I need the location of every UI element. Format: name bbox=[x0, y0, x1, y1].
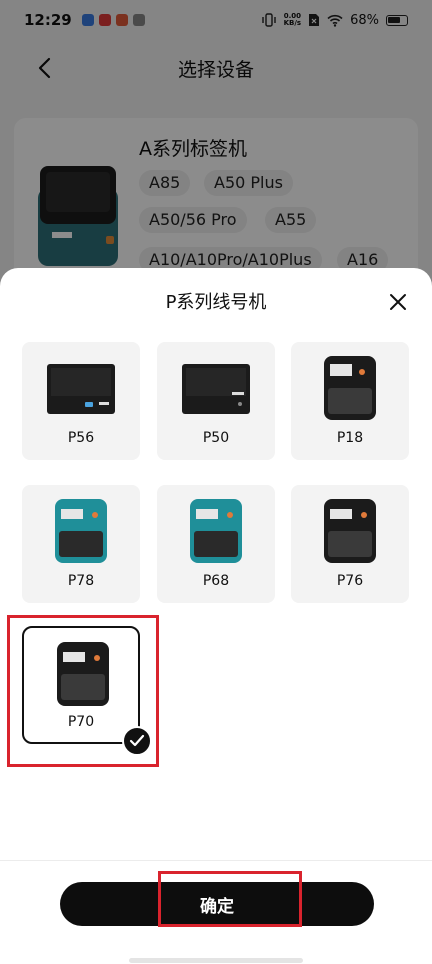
home-indicator[interactable] bbox=[129, 958, 303, 963]
device-card-p50[interactable]: P50 bbox=[157, 342, 275, 460]
wire-marker-printer-image bbox=[47, 364, 115, 414]
wire-marker-printer-image bbox=[55, 499, 107, 563]
device-card-p68[interactable]: P68 bbox=[157, 485, 275, 603]
device-card-p18[interactable]: P18 bbox=[291, 342, 409, 460]
wire-marker-printer-image bbox=[182, 364, 250, 414]
wire-marker-printer-image bbox=[190, 499, 242, 563]
device-label: P68 bbox=[202, 573, 230, 589]
device-label: P56 bbox=[67, 430, 95, 446]
close-button[interactable] bbox=[384, 288, 412, 316]
device-label: P18 bbox=[336, 430, 364, 446]
device-card-p76[interactable]: P76 bbox=[291, 485, 409, 603]
wire-marker-printer-image bbox=[324, 356, 376, 420]
selected-device-highlight bbox=[7, 615, 159, 767]
wire-marker-printer-image bbox=[324, 499, 376, 563]
footer-divider bbox=[0, 860, 432, 861]
confirm-button-highlight bbox=[158, 871, 302, 927]
device-label: P76 bbox=[336, 573, 364, 589]
device-card-p56[interactable]: P56 bbox=[22, 342, 140, 460]
device-card-p78[interactable]: P78 bbox=[22, 485, 140, 603]
device-label: P50 bbox=[202, 430, 230, 446]
sheet-title: P系列线号机 bbox=[165, 292, 267, 313]
device-label: P78 bbox=[67, 573, 95, 589]
close-icon bbox=[390, 294, 406, 310]
device-sheet: P系列线号机 P56 P50 P18 P78 P68 P76 P70 确定 bbox=[0, 268, 432, 964]
